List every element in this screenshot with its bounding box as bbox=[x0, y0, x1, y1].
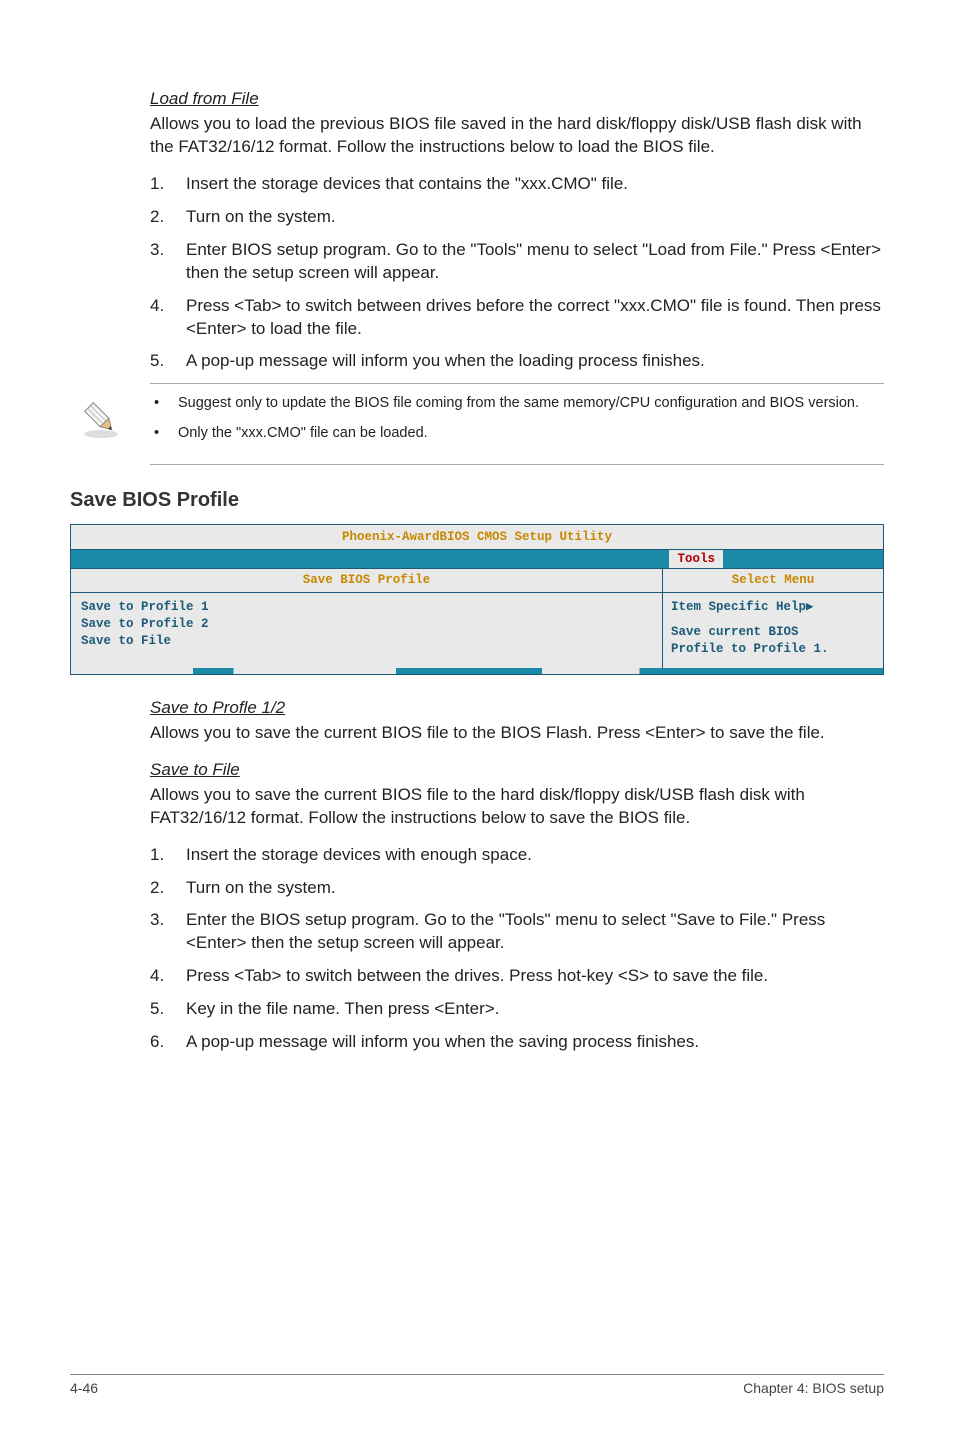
step-number: 3. bbox=[150, 239, 168, 285]
step-number: 1. bbox=[150, 844, 168, 867]
note-text: Suggest only to update the BIOS file com… bbox=[178, 394, 859, 414]
subheading-save-to-file: Save to File bbox=[150, 759, 884, 782]
step-number: 6. bbox=[150, 1031, 168, 1054]
step-number: 2. bbox=[150, 206, 168, 229]
bios-left-header: Save BIOS Profile bbox=[71, 569, 663, 592]
note-text: Only the "xxx.CMO" file can be loaded. bbox=[178, 424, 428, 444]
page-footer: 4-46 Chapter 4: BIOS setup bbox=[70, 1374, 884, 1398]
section-title-save-bios-profile: Save BIOS Profile bbox=[70, 487, 884, 514]
bios-bottom-border bbox=[71, 668, 883, 674]
step-text: Enter the BIOS setup program. Go to the … bbox=[186, 909, 884, 955]
step-text: Insert the storage devices with enough s… bbox=[186, 844, 884, 867]
step-number: 2. bbox=[150, 877, 168, 900]
step-text: Turn on the system. bbox=[186, 877, 884, 900]
bios-tab-bar: Tools bbox=[71, 550, 883, 568]
paragraph: Allows you to save the current BIOS file… bbox=[150, 784, 884, 830]
subheading-save-to-profile: Save to Profle 1/2 bbox=[150, 697, 884, 720]
step-number: 1. bbox=[150, 173, 168, 196]
steps-list-2: 1. Insert the storage devices with enough… bbox=[150, 844, 884, 1055]
step-number: 3. bbox=[150, 909, 168, 955]
bullet-icon: • bbox=[154, 424, 160, 444]
pencil-icon bbox=[80, 394, 128, 447]
bios-help-panel: Item Specific Help▶ Save current BIOS Pr… bbox=[663, 593, 883, 668]
note-box: • Suggest only to update the BIOS file co… bbox=[150, 383, 884, 464]
bios-right-header: Select Menu bbox=[663, 569, 883, 592]
step-text: Key in the file name. Then press <Enter>… bbox=[186, 998, 884, 1021]
bullet-icon: • bbox=[154, 394, 160, 414]
bios-title: Phoenix-AwardBIOS CMOS Setup Utility bbox=[71, 525, 883, 551]
chapter-label: Chapter 4: BIOS setup bbox=[743, 1379, 884, 1398]
step-text: A pop-up message will inform you when th… bbox=[186, 1031, 884, 1054]
step-number: 5. bbox=[150, 350, 168, 373]
bios-screenshot: Phoenix-AwardBIOS CMOS Setup Utility Too… bbox=[70, 524, 884, 675]
step-text: A pop-up message will inform you when th… bbox=[186, 350, 884, 373]
step-text: Enter BIOS setup program. Go to the "Too… bbox=[186, 239, 884, 285]
bios-active-tab: Tools bbox=[669, 550, 723, 568]
steps-list-1: 1. Insert the storage devices that contai… bbox=[150, 173, 884, 374]
page-number: 4-46 bbox=[70, 1379, 98, 1398]
step-number: 5. bbox=[150, 998, 168, 1021]
intro-paragraph: Allows you to load the previous BIOS fil… bbox=[150, 113, 884, 159]
bios-help-body-line: Save current BIOS bbox=[671, 624, 875, 641]
step-number: 4. bbox=[150, 295, 168, 341]
step-text: Turn on the system. bbox=[186, 206, 884, 229]
subheading-load-from-file: Load from File bbox=[150, 88, 884, 111]
bios-profile-list: Save to Profile 1 Save to Profile 2 Save… bbox=[71, 593, 663, 668]
bios-help-body-line: Profile to Profile 1. bbox=[671, 641, 875, 658]
paragraph: Allows you to save the current BIOS file… bbox=[150, 722, 884, 745]
bios-help-title: Item Specific Help bbox=[671, 600, 806, 614]
step-text: Press <Tab> to switch between drives bef… bbox=[186, 295, 884, 341]
right-arrow-icon: ▶ bbox=[806, 599, 814, 616]
step-text: Press <Tab> to switch between the drives… bbox=[186, 965, 884, 988]
step-text: Insert the storage devices that contains… bbox=[186, 173, 884, 196]
step-number: 4. bbox=[150, 965, 168, 988]
